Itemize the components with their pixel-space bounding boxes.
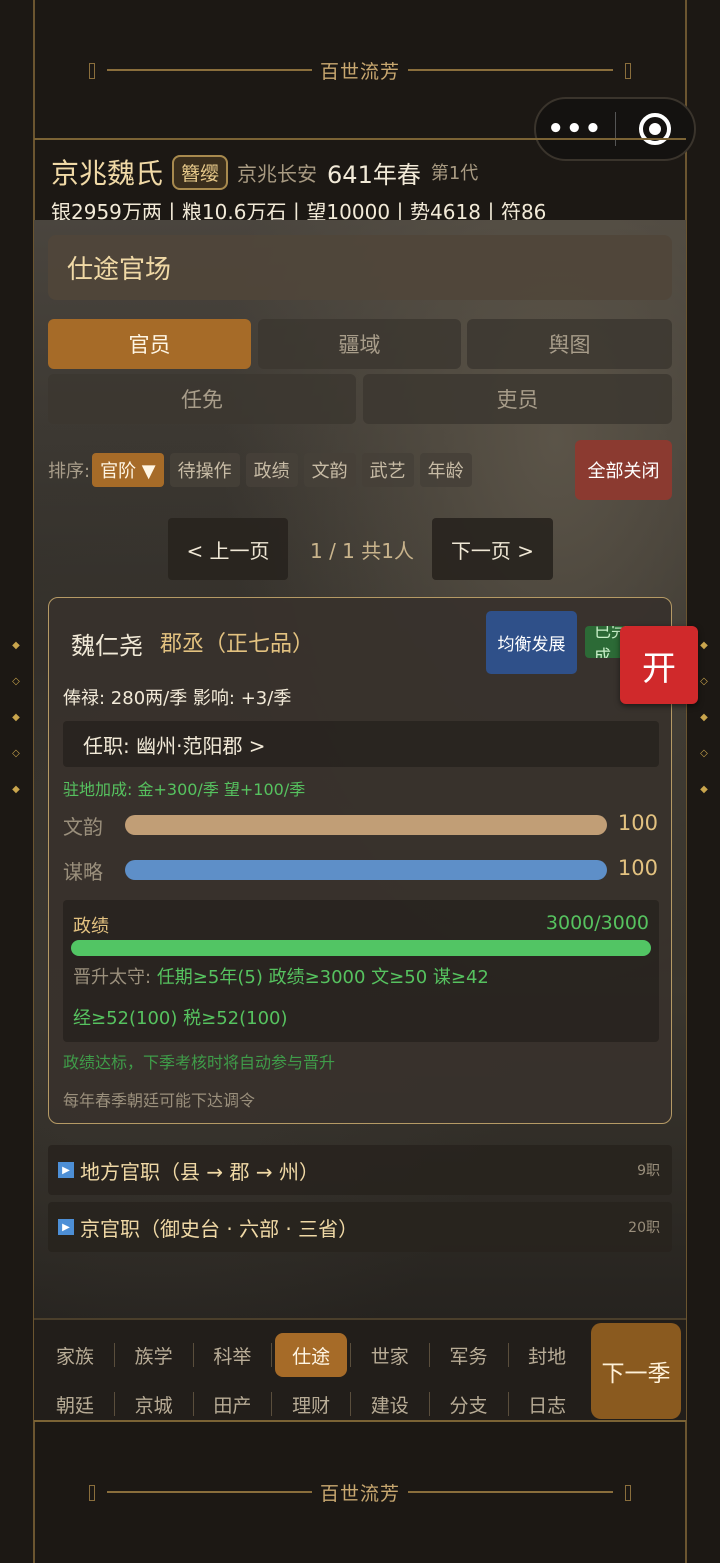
nav-capital[interactable]: 京城	[118, 1382, 190, 1426]
nav-exam[interactable]: 科举	[196, 1333, 268, 1377]
sort-literary[interactable]: 文韵	[303, 453, 356, 487]
main-panel: 仕途官场 官员 疆域 舆图 任免 吏员 排序: 官阶 ▼ 待操作 政绩 文韵 武…	[34, 220, 686, 1318]
section-count: 9职	[637, 1163, 660, 1179]
nav-divider	[114, 1392, 115, 1416]
decree-note: 每年春季朝廷可能下达调令	[63, 1091, 256, 1110]
page-info: 1 / 1 共1人	[310, 538, 414, 563]
clan-name: 京兆魏氏	[51, 157, 164, 190]
next-page-button[interactable]: 下一页 >	[432, 518, 553, 580]
promotion-requirements: 晋升太守: 任期≥5年(5) 政绩≥3000 文≥50 谋≥42	[73, 963, 489, 989]
nav-divider	[507, 1392, 509, 1416]
sort-performance[interactable]: 政绩	[245, 453, 298, 487]
section-title: 地方官职（县 → 郡 → 州）	[80, 1159, 319, 1184]
banner-title: 百世流芳	[319, 1482, 400, 1505]
prev-page-button[interactable]: < 上一页	[168, 518, 288, 580]
section-capital-posts[interactable]: ▶ 京官职（御史台 · 六部 · 三省） 20职	[48, 1202, 672, 1252]
performance-track	[71, 940, 651, 956]
game-year: 641年春	[327, 160, 421, 189]
nav-branch[interactable]: 分支	[433, 1382, 505, 1426]
tab-officials[interactable]: 官员	[48, 319, 251, 369]
left-ornament: ◆ ◇ ◆ ◇ ◆	[12, 640, 20, 795]
sort-pending[interactable]: 待操作	[169, 453, 240, 487]
sort-bar: 排序: 官阶 ▼ 待操作 政绩 文韵 武艺 年龄	[48, 452, 478, 488]
promotion-conditions-extra: 经≥52(100) 税≥52(100)	[73, 1008, 288, 1029]
nav-divider	[507, 1343, 509, 1367]
tab-appointment[interactable]: 任免	[48, 374, 356, 424]
sort-martial[interactable]: 武艺	[361, 453, 414, 487]
stat-bar-strategy	[125, 860, 607, 880]
banner-rule-left	[88, 1485, 312, 1501]
nav-divider	[114, 1343, 115, 1367]
performance-value: 3000/3000	[545, 912, 649, 934]
nav-noble[interactable]: 世家	[354, 1333, 426, 1377]
banner-rule-left	[88, 63, 312, 79]
nav-finance[interactable]: 理财	[275, 1382, 347, 1426]
promotion-target: 晋升太守:	[73, 967, 152, 988]
nav-divider	[192, 1343, 194, 1367]
nav-log[interactable]: 日志	[511, 1382, 583, 1426]
nav-divider	[428, 1392, 430, 1416]
banner-rule-right	[408, 1485, 631, 1501]
section-title: 京官职（御史台 · 六部 · 三省）	[80, 1216, 359, 1241]
nav-farmland[interactable]: 田产	[196, 1382, 268, 1426]
nav-court[interactable]: 朝廷	[39, 1382, 111, 1426]
performance-panel: 政绩 3000/3000 晋升太守: 任期≥5年(5) 政绩≥3000 文≥50…	[63, 900, 659, 1042]
clan-header: 京兆魏氏 簪缨 京兆长安 641年春 第1代 银2959万两丨粮10.6万石丨望…	[34, 138, 686, 224]
nav-fief[interactable]: 封地	[511, 1333, 583, 1377]
nav-family[interactable]: 家族	[39, 1333, 111, 1377]
sort-age[interactable]: 年龄	[419, 453, 472, 487]
official-post-link[interactable]: 任职: 幽州·范阳郡 >	[63, 721, 659, 767]
stat-bar-literary	[125, 815, 607, 835]
official-name: 魏仁尧	[71, 632, 143, 660]
close-all-button[interactable]: 全部关闭	[575, 440, 672, 500]
stat-label-literary: 文韵	[63, 815, 103, 839]
nav-divider	[350, 1392, 352, 1416]
bottom-nav: 下一季 家族 族学 科举 仕途 世家 军务 封地 朝廷 京城 田产 理财 建设 分支 日志	[34, 1318, 686, 1422]
nav-career[interactable]: 仕途	[275, 1333, 348, 1377]
official-title: 郡丞（正七品）	[160, 632, 315, 657]
promotion-conditions: 任期≥5年(5) 政绩≥3000 文≥50 谋≥42	[156, 967, 489, 988]
tab-territory[interactable]: 疆域	[258, 319, 461, 369]
nav-divider	[350, 1343, 352, 1367]
stat-label-strategy: 谋略	[63, 860, 103, 884]
nav-divider	[271, 1343, 273, 1367]
performance-label: 政绩	[73, 916, 109, 937]
bottom-banner: 百世流芳	[34, 1422, 686, 1562]
stat-value-literary: 100	[617, 811, 658, 835]
stat-value-strategy: 100	[617, 856, 658, 880]
nav-divider	[271, 1392, 273, 1416]
banner-rule-right	[408, 63, 631, 79]
nav-building[interactable]: 建设	[354, 1382, 426, 1426]
balance-development-button[interactable]: 均衡发展	[486, 611, 577, 674]
sort-rank[interactable]: 官阶 ▼	[92, 453, 164, 487]
expand-icon: ▶	[58, 1219, 74, 1235]
expand-icon: ▶	[58, 1162, 74, 1178]
nav-divider	[192, 1392, 194, 1416]
page-title: 仕途官场	[48, 235, 672, 300]
clan-badge: 簪缨	[172, 154, 229, 190]
performance-fill	[71, 940, 651, 956]
official-card: 魏仁尧 郡丞（正七品） 均衡发展 已完成 俸禄: 280两/季 影响: +3/季…	[48, 597, 672, 1124]
banner-title: 百世流芳	[319, 60, 400, 83]
right-ornament: ◆ ◇ ◆ ◇ ◆	[700, 640, 708, 795]
generation: 第1代	[430, 163, 479, 184]
clan-location: 京兆长安	[237, 161, 318, 186]
nav-school[interactable]: 族学	[118, 1333, 190, 1377]
official-salary: 俸禄: 280两/季 影响: +3/季	[63, 688, 292, 709]
section-local-posts[interactable]: ▶ 地方官职（县 → 郡 → 州） 9职	[48, 1145, 672, 1195]
open-floating-button[interactable]: 开	[620, 626, 698, 704]
sort-label: 排序:	[48, 461, 91, 482]
section-count: 20职	[628, 1220, 660, 1236]
station-bonus: 驻地加成: 金+300/季 望+100/季	[63, 780, 306, 799]
tab-clerks[interactable]: 吏员	[363, 374, 672, 424]
nav-military[interactable]: 军务	[433, 1333, 505, 1377]
promotion-note: 政绩达标，下季考核时将自动参与晋升	[63, 1053, 336, 1072]
nav-divider	[428, 1343, 430, 1367]
next-season-button[interactable]: 下一季	[591, 1323, 681, 1419]
tab-map[interactable]: 舆图	[467, 319, 672, 369]
